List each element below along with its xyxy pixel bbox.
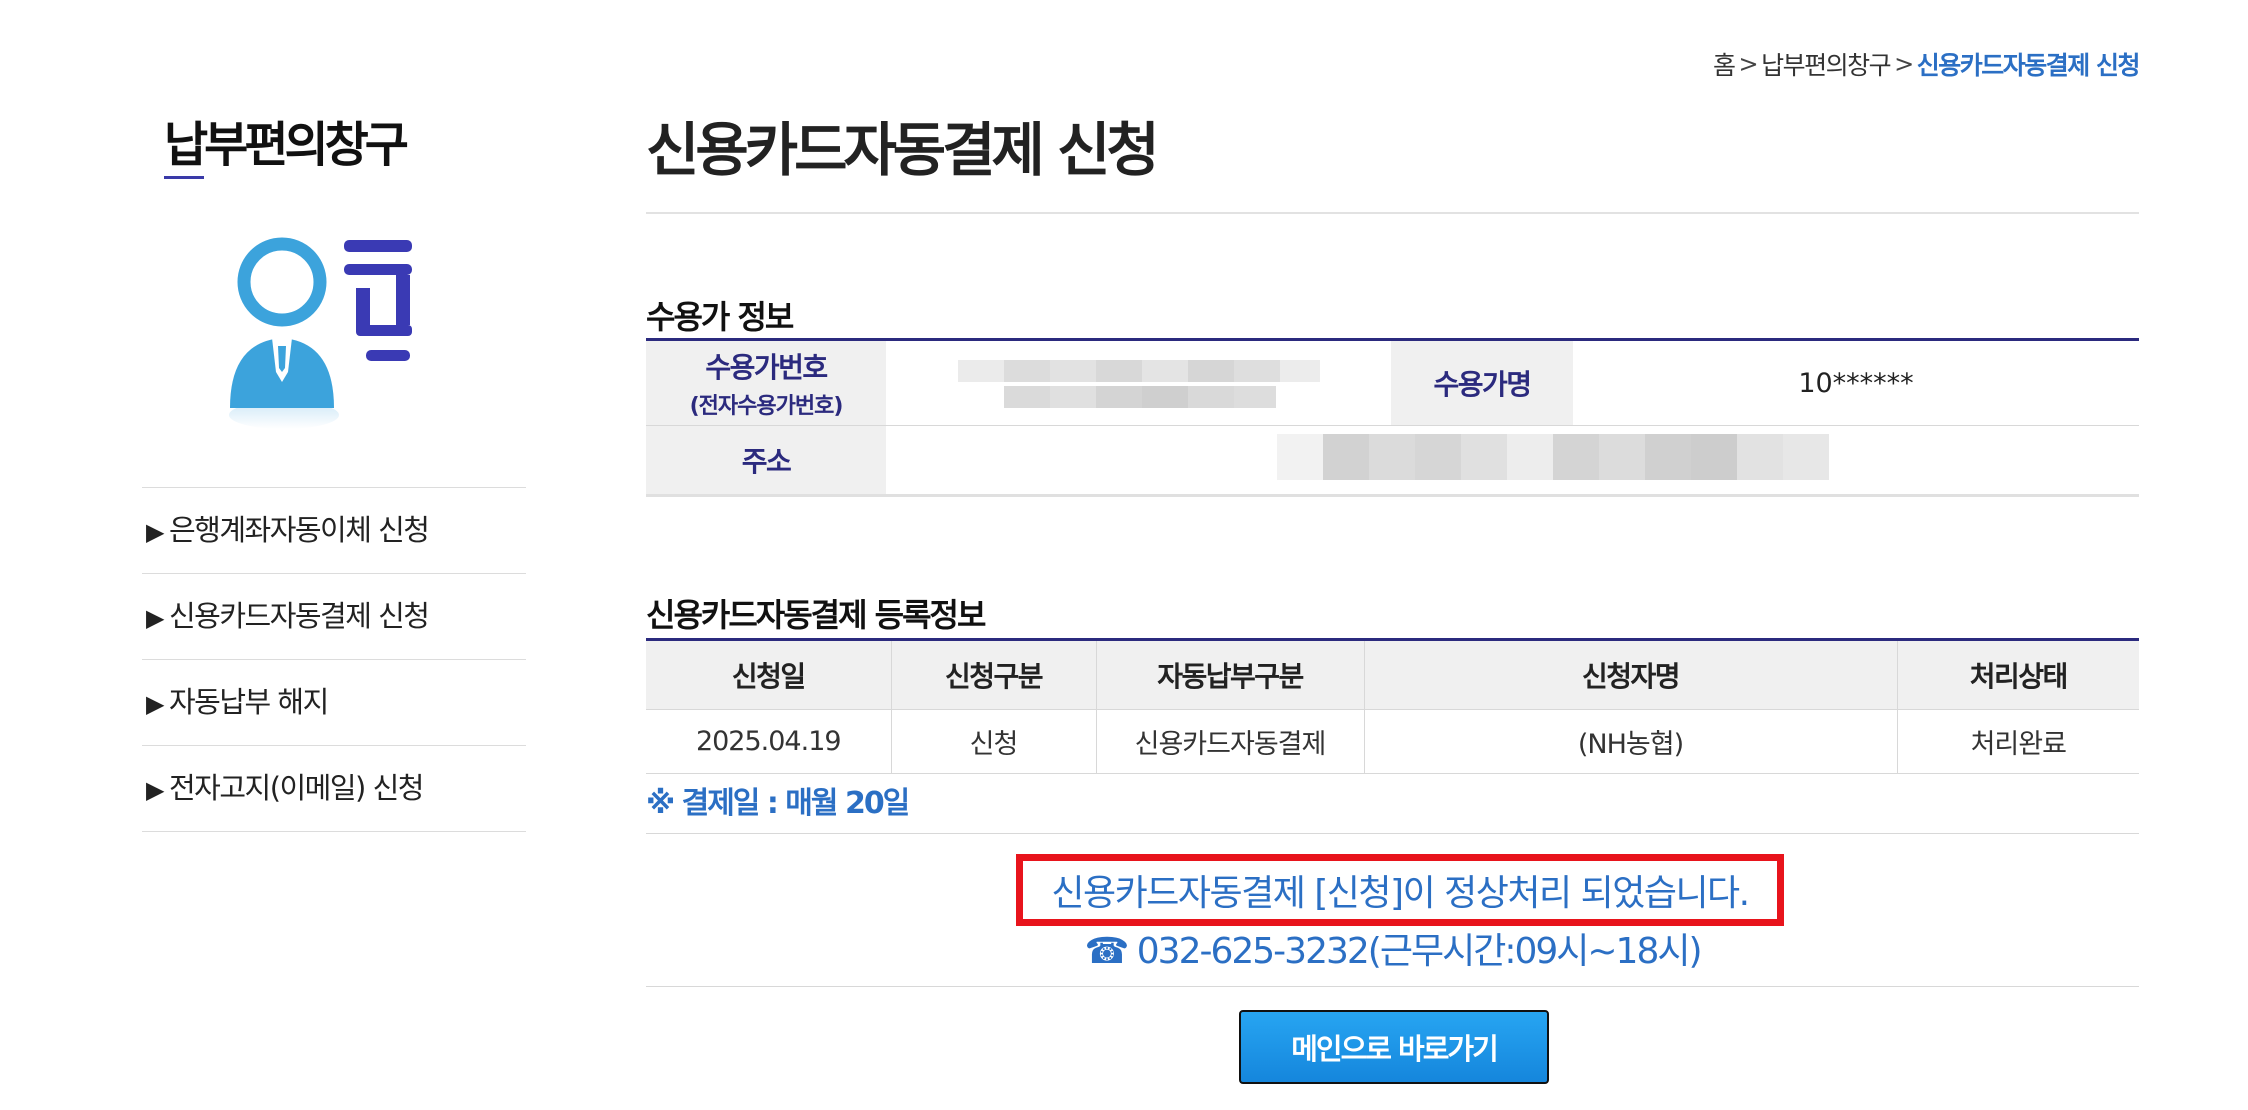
sidebar: 납부편의창구 ▶ 은행계좌자동이체 신청 ▶ 신용카드자동결제 신청 ▶ 자동납…	[142, 110, 526, 832]
customer-info-row: 수용가번호 (전자수용가번호) 수용가명 10******	[646, 339, 2139, 426]
contact-info: ☎ 032-625-3232(근무시간:09시~18시)	[1084, 931, 1702, 972]
customer-name-value: 10******	[1573, 339, 2139, 426]
divider	[646, 986, 2139, 987]
result-message-text: 신용카드자동결제 [신청]이 정상처리 되었습니다.	[1051, 873, 1750, 914]
breadcrumb-current: 신용카드자동결제 신청	[1916, 51, 2141, 80]
address-row: 주소	[646, 425, 2139, 497]
chevron-right-icon: >	[1894, 50, 1914, 78]
column-header: 신청일	[646, 639, 892, 710]
sidebar-item-label: 은행계좌자동이체 신청	[168, 513, 430, 547]
triangle-right-icon: ▶	[146, 690, 164, 718]
triangle-right-icon: ▶	[146, 518, 164, 546]
customer-name-label: 수용가명	[1391, 339, 1573, 426]
user-document-icon	[229, 237, 412, 429]
redacted-block	[957, 360, 1320, 408]
sidebar-item-label: 전자고지(이메일) 신청	[168, 771, 424, 805]
registration-table: 신청일 신청구분 자동납부구분 신청자명 처리상태 2025.04.19 신청 …	[646, 638, 2139, 774]
title-underline	[164, 176, 204, 179]
go-to-main-button[interactable]: 메인으로 바로가기	[1239, 1010, 1549, 1084]
column-header: 처리상태	[1897, 639, 2139, 710]
column-header: 자동납부구분	[1096, 639, 1365, 710]
customer-number-sublabel: (전자수용가번호)	[689, 394, 844, 419]
breadcrumb-parent[interactable]: 납부편의창구	[1761, 46, 1892, 82]
page: 홈 > 납부편의창구 > 신용카드자동결제 신청 납부편의창구 ▶ 은행계좌자동…	[0, 0, 2248, 1110]
breadcrumb-home[interactable]: 홈	[1713, 46, 1736, 82]
sidebar-item-credit-card[interactable]: ▶ 신용카드자동결제 신청	[142, 574, 526, 660]
table-cell-date: 2025.04.19	[646, 709, 892, 774]
sidebar-title: 납부편의창구	[164, 117, 409, 173]
customer-info-table: 수용가번호 (전자수용가번호) 수용가명 10****** 주소	[646, 338, 2139, 497]
table-cell-method: 신용카드자동결제	[1096, 709, 1365, 774]
page-title: 신용카드자동결제 신청	[646, 110, 2139, 214]
sidebar-item-cancel-autopay[interactable]: ▶ 자동납부 해지	[142, 660, 526, 746]
column-header: 신청자명	[1364, 639, 1898, 710]
table-header-row: 신청일 신청구분 자동납부구분 신청자명 처리상태	[646, 639, 2139, 710]
result-message: 신용카드자동결제 [신청]이 정상처리 되었습니다.	[1016, 854, 1784, 926]
customer-number-label-cell: 수용가번호 (전자수용가번호)	[646, 339, 886, 426]
registration-info-title: 신용카드자동결제 등록정보	[646, 596, 986, 634]
sidebar-item-label: 신용카드자동결제 신청	[168, 599, 430, 633]
redacted-block	[1276, 433, 1829, 480]
column-header: 신청구분	[891, 639, 1097, 710]
customer-number-label: 수용가번호	[705, 351, 828, 384]
sidebar-item-label: 자동납부 해지	[168, 685, 329, 719]
main-content: 신용카드자동결제 신청 수용가 정보 수용가번호 (전자수용가번호) 수용가명 …	[646, 110, 2139, 1084]
address-label: 주소	[646, 425, 886, 497]
payment-day-notice: ※ 결제일 : 매월 20일	[646, 782, 2139, 834]
table-row: 2025.04.19 신청 신용카드자동결제 (NH농협) 처리완료	[646, 709, 2139, 774]
breadcrumb: 홈 > 납부편의창구 > 신용카드자동결제 신청	[1713, 46, 2141, 82]
table-cell-type: 신청	[891, 709, 1097, 774]
triangle-right-icon: ▶	[146, 776, 164, 804]
table-cell-applicant: (NH농협)	[1364, 709, 1898, 774]
sidebar-item-e-bill[interactable]: ▶ 전자고지(이메일) 신청	[142, 746, 526, 832]
sidebar-item-bank-transfer[interactable]: ▶ 은행계좌자동이체 신청	[142, 488, 526, 574]
sidebar-menu: ▶ 은행계좌자동이체 신청 ▶ 신용카드자동결제 신청 ▶ 자동납부 해지 ▶ 전자고지…	[142, 487, 526, 832]
table-cell-status: 처리완료	[1897, 709, 2139, 774]
triangle-right-icon: ▶	[146, 604, 164, 632]
customer-info-title: 수용가 정보	[646, 298, 794, 336]
address-value-redacted	[886, 425, 2139, 497]
customer-number-value-redacted	[886, 339, 1391, 426]
sidebar-title-wrap: 납부편의창구	[164, 110, 526, 180]
chevron-right-icon: >	[1738, 50, 1759, 78]
